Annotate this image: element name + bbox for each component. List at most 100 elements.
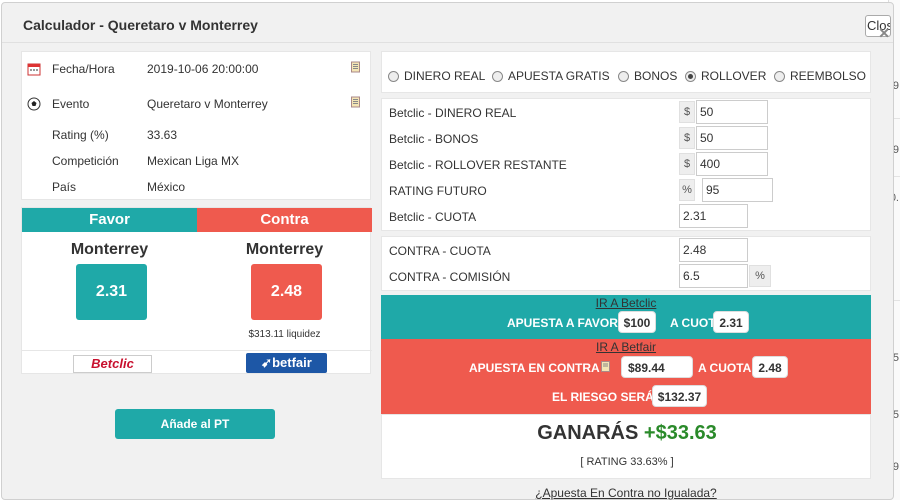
- soccer-ball-icon: [27, 97, 41, 111]
- percent-sign: %: [679, 179, 695, 201]
- field-cuota: Betclic - CUOTA 2.31: [382, 204, 872, 228]
- rating-value: 33.63: [147, 128, 178, 142]
- betclic-logo[interactable]: Betclic: [73, 355, 152, 373]
- radio-dinero-real[interactable]: DINERO REAL: [388, 69, 485, 83]
- lay-bet-label: APUESTA EN CONTRA: [469, 361, 600, 375]
- event-info-panel: Fecha/Hora 2019-10-06 20:00:00 Evento Qu…: [21, 51, 371, 200]
- competicion-value: Mexican Liga MX: [147, 154, 240, 168]
- radio-apuesta-gratis[interactable]: APUESTA GRATIS: [492, 69, 610, 83]
- field-label: Betclic - CUOTA: [389, 210, 477, 224]
- pais-value: México: [147, 180, 186, 194]
- field-label: Betclic - ROLLOVER RESTANTE: [389, 158, 567, 172]
- add-to-pt-button[interactable]: Añade al PT: [115, 409, 275, 439]
- contra-odds: 2.48: [251, 264, 322, 320]
- field-rating-futuro: RATING FUTURO % 95: [382, 178, 872, 202]
- favor-team: Monterrey: [70, 241, 149, 258]
- info-row-rating: Rating (%) 33.63: [22, 128, 372, 148]
- copy-icon[interactable]: [351, 96, 361, 108]
- rollover-input[interactable]: 400: [696, 152, 768, 176]
- field-label: Betclic - DINERO REAL: [389, 106, 517, 120]
- unmatched-lay-link[interactable]: ¿Apuesta En Contra no Igualada?: [381, 486, 871, 500]
- dialog-title: Calculador - Queretaro v Monterrey: [23, 17, 258, 33]
- go-to-betclic-link[interactable]: IR A Betclic: [381, 296, 871, 310]
- rating-label: Rating (%): [52, 128, 109, 142]
- cuota-input[interactable]: 2.31: [679, 204, 748, 228]
- dialog-titlebar: Calculador - Queretaro v Monterrey Close…: [2, 3, 893, 43]
- risk-label: EL RIESGO SERÁ: [552, 390, 654, 404]
- currency-sign: $: [679, 153, 695, 175]
- field-label: CONTRA - COMISIÓN: [389, 270, 511, 284]
- contra-team: Monterrey: [245, 241, 324, 258]
- lay-stake: $89.44: [621, 356, 693, 378]
- result-panel: GANARÁS +$33.63 [ RATING 33.63% ]: [381, 414, 871, 479]
- radio-label: ROLLOVER: [701, 69, 767, 83]
- competicion-label: Competición: [52, 154, 119, 168]
- betfair-logo-text: betfair: [272, 355, 312, 370]
- evento-value: Queretaro v Monterrey: [147, 97, 268, 111]
- radio-label: REEMBOLSO: [790, 69, 867, 83]
- favor-contra-panel: Favor Monterrey 2.31 Betclic Contra Mont…: [21, 207, 372, 374]
- contra-header: Contra: [197, 208, 372, 232]
- contra-logo-row: ➹betfair: [197, 350, 372, 374]
- dinero-real-input[interactable]: 50: [696, 100, 768, 124]
- radio-bonos[interactable]: BONOS: [618, 69, 677, 83]
- copy-icon[interactable]: [351, 61, 361, 73]
- contra-comision-input[interactable]: 6.5: [679, 264, 748, 288]
- lay-odds: 2.48: [752, 356, 788, 378]
- info-row-fecha: Fecha/Hora 2019-10-06 20:00:00: [22, 61, 372, 82]
- favor-odds: 2.31: [76, 264, 147, 320]
- info-row-competicion: Competición Mexican Liga MX: [22, 154, 372, 174]
- favor-logo-row: Betclic: [22, 350, 197, 374]
- radio-dot[interactable]: [618, 71, 629, 82]
- percent-sign: %: [749, 265, 771, 287]
- radio-dot-selected[interactable]: [685, 71, 696, 82]
- exchange-fields: CONTRA - CUOTA 2.48 CONTRA - COMISIÓN 6.…: [381, 236, 871, 291]
- info-row-pais: País México: [22, 180, 372, 200]
- field-label: CONTRA - CUOTA: [389, 244, 491, 258]
- bookmaker-fields: Betclic - DINERO REAL $ 50 Betclic - BON…: [381, 98, 871, 231]
- go-to-betfair-link[interactable]: IR A Betfair: [381, 340, 871, 354]
- risk-amount: $132.37: [652, 385, 707, 407]
- rating-futuro-input[interactable]: 95: [702, 178, 773, 202]
- profit-line: GANARÁS +$33.63: [382, 422, 872, 445]
- betfair-logo[interactable]: ➹betfair: [246, 353, 327, 373]
- close-icon[interactable]: ✕: [878, 25, 890, 42]
- bonos-input[interactable]: 50: [696, 126, 768, 150]
- radio-rollover[interactable]: ROLLOVER: [685, 69, 766, 83]
- evento-label: Evento: [52, 97, 90, 111]
- copy-icon[interactable]: [601, 360, 611, 373]
- back-stake: $100: [618, 311, 656, 333]
- fecha-value: 2019-10-06 20:00:00: [147, 62, 259, 76]
- currency-sign: $: [679, 101, 695, 123]
- calendar-icon: [27, 63, 41, 76]
- field-contra-cuota: CONTRA - CUOTA 2.48: [382, 238, 872, 262]
- field-bonos: Betclic - BONOS $ 50: [382, 126, 872, 150]
- field-dinero-real: Betclic - DINERO REAL $ 50: [382, 100, 872, 124]
- currency-sign: $: [679, 127, 695, 149]
- info-row-evento: Evento Queretaro v Monterrey: [22, 96, 372, 117]
- profit-amount: +$33.63: [643, 422, 717, 444]
- back-bet-label: APUESTA A FAVOR: [507, 316, 618, 330]
- radio-dot[interactable]: [492, 71, 503, 82]
- field-label: RATING FUTURO: [389, 184, 487, 198]
- back-odds: 2.31: [713, 311, 749, 333]
- lay-odds-label: A CUOTA: [698, 361, 752, 375]
- contra-column: Contra Monterrey 2.48 $313.11 liquidez ➹…: [197, 208, 372, 374]
- favor-header: Favor: [22, 208, 197, 232]
- radio-label: BONOS: [634, 69, 678, 83]
- pais-label: País: [52, 180, 77, 194]
- contra-cuota-input[interactable]: 2.48: [679, 238, 748, 262]
- lay-bet-bar: IR A Betfair APUESTA EN CONTRA $89.44 A …: [381, 339, 871, 414]
- field-label: Betclic - BONOS: [389, 132, 479, 146]
- calculator-dialog: Calculador - Queretaro v Monterrey Close…: [1, 2, 894, 500]
- radio-dot[interactable]: [774, 71, 785, 82]
- radio-reembolso[interactable]: REEMBOLSO: [774, 69, 866, 83]
- contra-liquidity: $313.11 liquidez: [248, 329, 321, 340]
- result-rating: [ RATING 33.63% ]: [580, 456, 674, 468]
- back-bet-bar: IR A Betclic APUESTA A FAVOR $100 A CUOT…: [381, 295, 871, 339]
- fecha-label: Fecha/Hora: [52, 62, 115, 76]
- mode-radio-group: DINERO REAL APUESTA GRATIS BONOS ROLLOVE…: [381, 51, 871, 93]
- radio-dot[interactable]: [388, 71, 399, 82]
- radio-label: APUESTA GRATIS: [508, 69, 610, 83]
- field-contra-comision: CONTRA - COMISIÓN 6.5 %: [382, 264, 872, 288]
